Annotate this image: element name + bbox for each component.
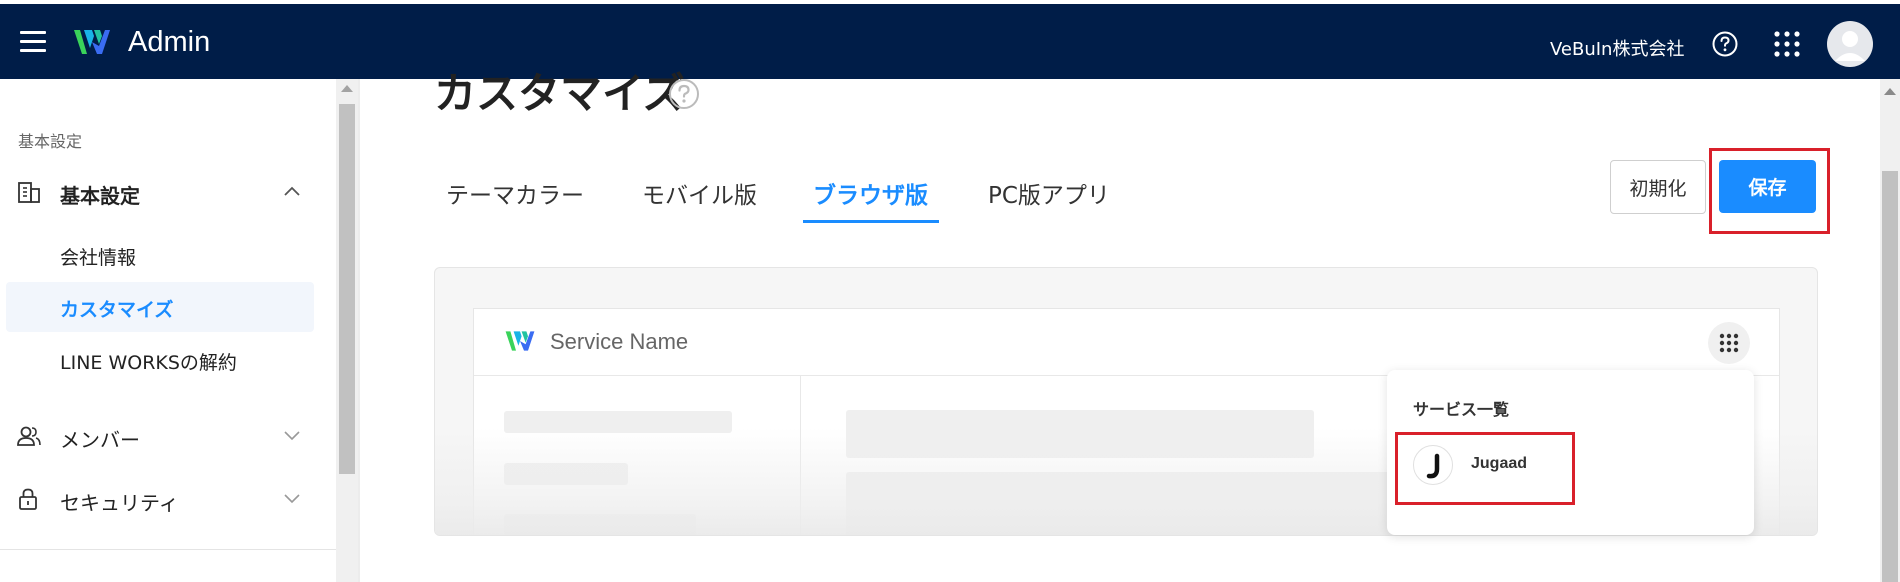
works-logo-icon [505, 331, 535, 351]
scroll-up-arrow-icon[interactable] [341, 85, 353, 92]
app-title: Admin [128, 26, 211, 58]
menu-icon[interactable] [20, 31, 46, 52]
apps-grid-icon [1719, 333, 1739, 353]
members-icon [17, 426, 41, 446]
sidebar-group-basic-settings[interactable]: 基本設定 [0, 172, 330, 212]
chevron-down-icon [284, 431, 300, 441]
tab-theme-color[interactable]: テーマカラー [446, 176, 584, 210]
avatar[interactable] [1827, 21, 1873, 67]
sidebar: 基本設定 基本設定 会社情報 カスタマイズ LINE WORKSの解約 メンバー [0, 79, 336, 582]
building-icon [18, 182, 40, 203]
apps-grid-icon[interactable] [1773, 30, 1801, 58]
tab-mobile[interactable]: モバイル版 [642, 176, 757, 210]
preview-header: Service Name [474, 309, 1779, 376]
sidebar-section-label: 基本設定 [18, 132, 83, 151]
scrollbar-thumb[interactable] [339, 104, 355, 474]
tab-browser[interactable]: ブラウザ版 [813, 176, 928, 210]
sidebar-item-company-info[interactable]: 会社情報 [60, 243, 136, 270]
preview-apps-button [1708, 322, 1750, 364]
main-scrollbar[interactable] [1880, 79, 1900, 582]
sidebar-item-customize[interactable]: カスタマイズ [60, 295, 173, 322]
help-icon[interactable] [1712, 31, 1738, 57]
chevron-up-icon [284, 186, 300, 196]
sidebar-group-label: セキュリティ [60, 491, 179, 515]
scrollbar-thumb[interactable] [1882, 171, 1898, 582]
sidebar-divider [0, 549, 336, 550]
sidebar-group-security[interactable]: セキュリティ [0, 479, 330, 519]
company-name[interactable]: VeBuIn株式会社 [1550, 35, 1684, 61]
top-bar: Admin VeBuIn株式会社 [0, 4, 1900, 79]
tab-pc-app[interactable]: PC版アプリ [988, 176, 1110, 210]
scroll-up-arrow-icon[interactable] [1884, 88, 1896, 95]
panel-separator [358, 79, 360, 582]
sidebar-item-cancel-line-works[interactable]: LINE WORKSの解約 [60, 348, 237, 375]
sidebar-group-label: メンバー [60, 428, 140, 452]
sidebar-group-members[interactable]: メンバー [0, 416, 330, 456]
sidebar-scrollbar[interactable] [336, 79, 358, 582]
preview-service-name: Service Name [550, 329, 689, 354]
chevron-down-icon [284, 494, 300, 504]
user-icon [1835, 31, 1865, 61]
works-logo-icon [74, 30, 110, 54]
lock-icon [19, 488, 37, 510]
help-icon[interactable] [668, 78, 700, 110]
save-button-highlight [1709, 148, 1830, 234]
active-tab-indicator [803, 220, 939, 223]
page-title: カスタマイズ [434, 69, 685, 118]
reset-button[interactable]: 初期化 [1610, 160, 1706, 214]
service-item-highlight [1395, 432, 1575, 505]
sidebar-group-label: 基本設定 [60, 184, 140, 208]
service-list-title: サービス一覧 [1413, 400, 1510, 419]
